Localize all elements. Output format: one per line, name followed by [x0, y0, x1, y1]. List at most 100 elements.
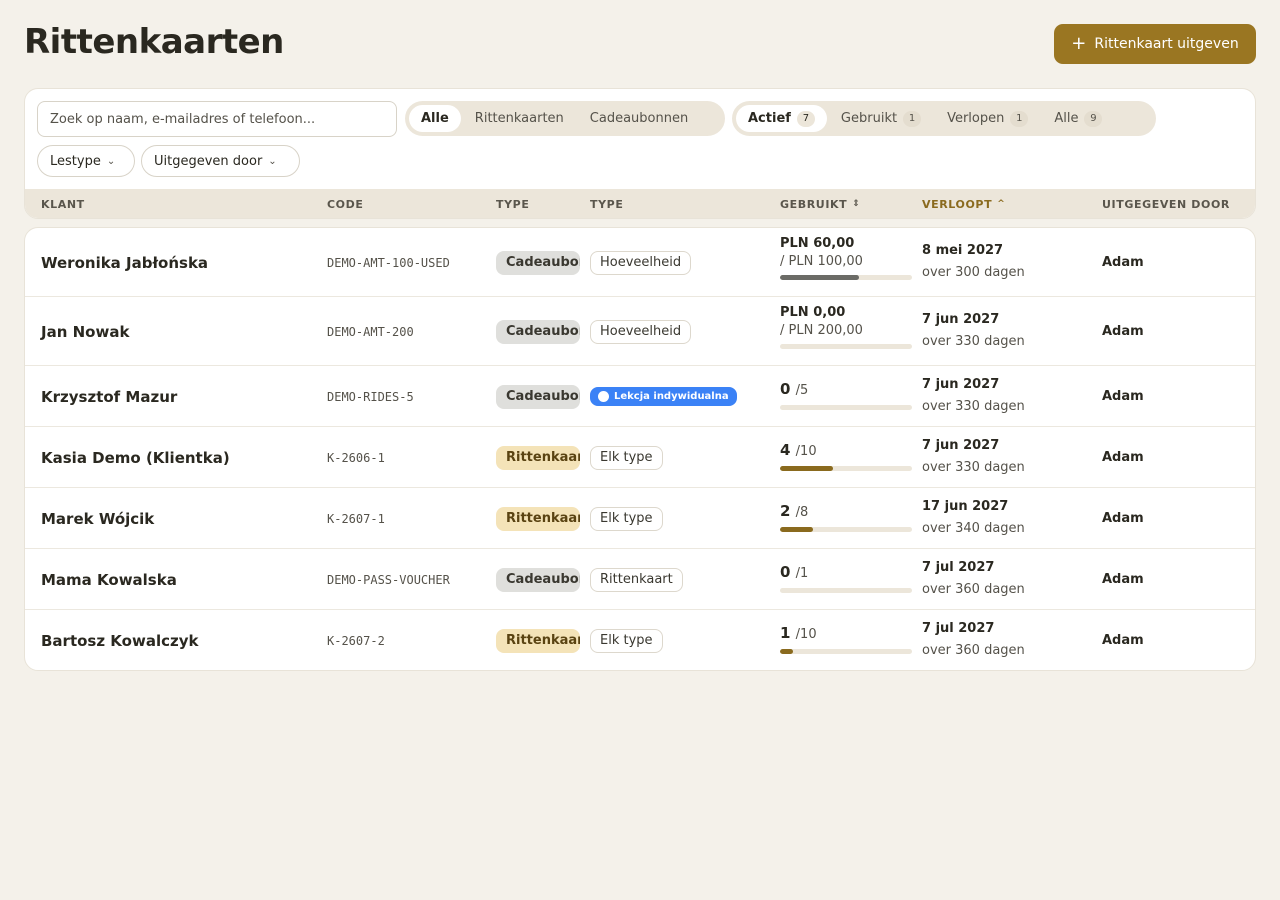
- used-count: 2: [780, 501, 791, 520]
- column-header-used-label: GEBRUIKT: [780, 197, 848, 211]
- card-code: DEMO-RIDES-5: [327, 389, 414, 404]
- usage-progress-bar: [780, 648, 912, 654]
- type-badge: Cadeaubon: [496, 319, 580, 344]
- search-input[interactable]: Zoek op naam, e-mailadres of telefoon...: [37, 101, 397, 137]
- client-name: Bartosz Kowalczyk: [41, 631, 199, 650]
- total-count: /1: [795, 565, 809, 581]
- usage-progress-bar: [780, 343, 912, 349]
- table-row[interactable]: Krzysztof Mazur DEMO-RIDES-5 Cadeaubon L…: [25, 366, 1255, 427]
- expiry-relative: over 300 dagen: [922, 264, 1025, 280]
- table-row[interactable]: Mama Kowalska DEMO-PASS-VOUCHER Cadeaubo…: [25, 549, 1255, 610]
- chevron-down-icon: ⌄: [106, 155, 116, 167]
- expiry-relative: over 330 dagen: [922, 333, 1025, 349]
- expiry-cell: 7 jul 2027 over 360 dagen: [922, 619, 1025, 661]
- page-title: Rittenkaarten: [24, 22, 284, 62]
- client-name: Mama Kowalska: [41, 570, 177, 589]
- lesson-dot-icon: [598, 390, 609, 402]
- usage-progress-fill: [780, 465, 833, 471]
- usage-progress-bar: [780, 274, 912, 280]
- card-code: DEMO-AMT-100-USED: [327, 255, 450, 270]
- issuer-name: Adam: [1102, 572, 1144, 587]
- sub-badge-label: Rittenkaart: [600, 572, 673, 587]
- status-filter-all[interactable]: Alle 9: [1042, 105, 1114, 132]
- subtype-badge: Elk type: [590, 628, 663, 653]
- issuer-name: Adam: [1102, 389, 1144, 404]
- usage-cell: 1 /10: [780, 623, 912, 654]
- table-row[interactable]: Kasia Demo (Klientka) K-2606-1 Rittenkaa…: [25, 427, 1255, 488]
- total-count: /10: [795, 626, 817, 642]
- expiry-date: 7 jun 2027: [922, 376, 1000, 392]
- subtype-badge: Lekcja indywidualna: [590, 386, 737, 406]
- status-filter: Actief 7 Gebruikt 1 Verlopen 1 Alle 9: [732, 101, 1156, 136]
- plus-icon: +: [1071, 33, 1087, 54]
- expiry-cell: 8 mei 2027 over 300 dagen: [922, 241, 1025, 283]
- status-filter-all-label: Alle: [1054, 111, 1079, 126]
- card-code: K-2607-2: [327, 633, 385, 648]
- status-filter-expired[interactable]: Verlopen 1: [935, 105, 1040, 132]
- usage-progress-bar: [780, 465, 912, 471]
- expiry-relative: over 360 dagen: [922, 581, 1025, 597]
- column-header-code: CODE: [327, 197, 364, 211]
- expiry-date: 8 mei 2027: [922, 242, 1004, 258]
- usage-progress-bar: [780, 587, 912, 593]
- sort-icon: ⇕: [852, 199, 861, 209]
- table-row[interactable]: Jan Nowak DEMO-AMT-200 Cadeaubon Hoeveel…: [25, 297, 1255, 366]
- total-amount: / PLN 100,00: [780, 253, 863, 269]
- type-badge: Cadeaubon: [496, 250, 580, 275]
- sub-badge-label: Hoeveelheid: [600, 255, 682, 270]
- status-filter-active-label: Actief: [748, 111, 791, 126]
- expiry-relative: over 360 dagen: [922, 642, 1025, 658]
- usage-progress-fill: [780, 274, 860, 280]
- sub-badge-label: Elk type: [600, 633, 653, 648]
- status-filter-active[interactable]: Actief 7: [736, 105, 827, 132]
- status-filter-expired-label: Verlopen: [947, 111, 1005, 126]
- type-filter-gift-cards-label: Cadeaubonnen: [589, 111, 689, 126]
- table-header: KLANT CODE TYPE TYPE GEBRUIKT ⇕ VERLOOPT…: [25, 189, 1255, 218]
- expiry-date: 7 jul 2027: [922, 620, 995, 636]
- filter-panel: Zoek op naam, e-mailadres of telefoon...…: [24, 88, 1256, 219]
- column-header-expires[interactable]: VERLOOPT ^: [922, 189, 1005, 218]
- expiry-date: 7 jun 2027: [922, 437, 1000, 453]
- subtype-badge: Hoeveelheid: [590, 250, 692, 275]
- expiry-cell: 7 jul 2027 over 360 dagen: [922, 558, 1025, 600]
- table-row[interactable]: Marek Wójcik K-2607-1 Rittenkaart Elk ty…: [25, 488, 1255, 549]
- card-code: DEMO-PASS-VOUCHER: [327, 572, 450, 587]
- column-header-expires-label: VERLOOPT: [922, 197, 993, 211]
- lesson-type-dropdown-label: Lestype: [50, 153, 101, 169]
- issue-button-label: Rittenkaart uitgeven: [1094, 36, 1239, 52]
- client-name: Jan Nowak: [41, 322, 130, 341]
- type-filter-ride-cards[interactable]: Rittenkaarten: [463, 105, 576, 132]
- table-row[interactable]: Weronika Jabłońska DEMO-AMT-100-USED Cad…: [25, 228, 1255, 297]
- expiry-cell: 7 jun 2027 over 330 dagen: [922, 310, 1025, 352]
- column-header-subtype: TYPE: [590, 197, 624, 211]
- usage-cell: 2 /8: [780, 501, 912, 532]
- ride-cards-table: Weronika Jabłońska DEMO-AMT-100-USED Cad…: [24, 227, 1256, 671]
- status-filter-all-count: 9: [1084, 110, 1103, 127]
- expiry-relative: over 330 dagen: [922, 398, 1025, 414]
- chevron-down-icon: ⌄: [268, 155, 277, 167]
- sub-badge-label: Lekcja indywidualna: [614, 390, 729, 402]
- expiry-date: 7 jun 2027: [922, 311, 1000, 327]
- client-name: Krzysztof Mazur: [41, 387, 178, 406]
- expiry-relative: over 340 dagen: [922, 520, 1025, 536]
- issue-ride-card-button[interactable]: + Rittenkaart uitgeven: [1054, 24, 1256, 64]
- usage-progress-bar: [780, 404, 912, 410]
- issuer-name: Adam: [1102, 633, 1144, 648]
- type-filter-all[interactable]: Alle: [409, 105, 461, 132]
- type-filter-gift-cards[interactable]: Cadeaubonnen: [578, 105, 700, 132]
- table-row[interactable]: Bartosz Kowalczyk K-2607-2 Rittenkaart E…: [25, 610, 1255, 670]
- type-filter: Alle Rittenkaarten Cadeaubonnen: [405, 101, 725, 136]
- client-name: Marek Wójcik: [41, 509, 155, 528]
- expiry-relative: over 330 dagen: [922, 459, 1025, 475]
- total-count: /5: [795, 382, 809, 398]
- usage-progress-bar: [780, 526, 912, 532]
- column-header-used[interactable]: GEBRUIKT ⇕: [780, 189, 861, 218]
- card-code: K-2607-1: [327, 511, 385, 526]
- type-badge: Rittenkaart: [496, 445, 580, 470]
- status-filter-used[interactable]: Gebruikt 1: [829, 105, 933, 132]
- issued-by-dropdown[interactable]: Uitgegeven door ⌄: [141, 145, 300, 177]
- expiry-cell: 7 jun 2027 over 330 dagen: [922, 375, 1025, 417]
- issuer-name: Adam: [1102, 324, 1144, 339]
- lesson-type-dropdown[interactable]: Lestype ⌄: [37, 145, 135, 177]
- card-code: DEMO-AMT-200: [327, 324, 414, 339]
